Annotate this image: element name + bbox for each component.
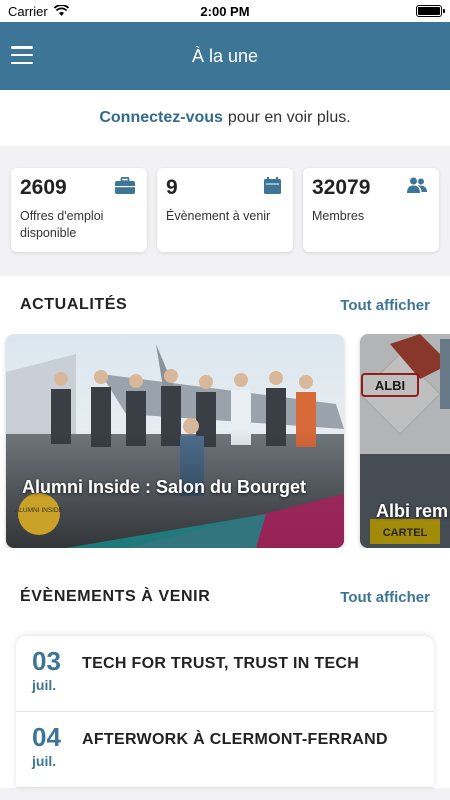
briefcase-icon [115, 176, 135, 199]
stat-label: Évènement à venir [166, 209, 271, 223]
event-day: 03 [32, 646, 61, 676]
stats-row: 2609 Offres d'emploi disponible 9 Évènem… [0, 146, 450, 276]
event-day: 04 [32, 722, 61, 752]
event-month: juil. [32, 753, 57, 769]
news-section: ACTUALITÉS Tout afficher ALUMNI INSIDE A… [0, 276, 450, 548]
section-title: ACTUALITÉS [20, 296, 128, 313]
stat-card-events[interactable]: 9 Évènement à venir [157, 168, 293, 252]
events-list: 03 juil. TECH FOR TRUST, TRUST IN TECH 0… [16, 636, 434, 788]
event-date: 03 juil. [32, 648, 80, 693]
stat-card-members[interactable]: 32079 Membres [303, 168, 439, 252]
event-title: AFTERWORK À CLERMONT-FERRAND [82, 731, 388, 748]
event-title: TECH FOR TRUST, TRUST IN TECH [82, 655, 360, 672]
users-icon [407, 177, 427, 198]
status-bar: Carrier 2:00 PM [0, 0, 450, 22]
news-see-all-link[interactable]: Tout afficher [340, 297, 430, 314]
battery-icon [415, 5, 445, 17]
wifi-icon [53, 3, 69, 19]
carrier-label: Carrier [8, 3, 48, 19]
calendar-icon [264, 177, 281, 199]
login-prompt-text: pour en voir plus. [227, 109, 351, 126]
event-item[interactable]: 03 juil. TECH FOR TRUST, TRUST IN TECH [16, 636, 434, 712]
section-title: ÉVÈNEMENTS À VENIR [20, 588, 211, 605]
clock: 2:00 PM [200, 3, 250, 19]
news-title: Albi rem… Cartel [376, 500, 450, 521]
news-card[interactable]: ALBI CARTEL Albi rem… Cartel [360, 334, 450, 548]
login-prompt: Connectez-vous pour en voir plus. [0, 90, 450, 146]
news-title: Alumni Inside : Salon du Bourget [22, 477, 307, 497]
navbar: À la une [0, 22, 450, 90]
hamburger-menu-icon[interactable] [11, 46, 33, 64]
login-link[interactable]: Connectez-vous [99, 109, 223, 127]
news-card[interactable]: ALUMNI INSIDE Alumni Inside : Salon du B… [6, 334, 344, 548]
news-carousel[interactable]: ALUMNI INSIDE Alumni Inside : Salon du B… [0, 334, 450, 548]
event-month: juil. [32, 677, 57, 693]
events-section: ÉVÈNEMENTS À VENIR Tout afficher 03 juil… [0, 548, 450, 788]
stat-label: Offres d'emploi disponible [20, 209, 104, 240]
stat-card-jobs[interactable]: 2609 Offres d'emploi disponible [11, 168, 147, 252]
news-badge-label: ALUMNI INSIDE [15, 507, 64, 514]
event-item[interactable]: 04 juil. AFTERWORK À CLERMONT-FERRAND [16, 712, 434, 788]
events-see-all-link[interactable]: Tout afficher [340, 589, 430, 606]
news-photo: ALUMNI INSIDE [6, 334, 344, 548]
page-title: À la une [191, 45, 259, 66]
event-date: 04 juil. [32, 724, 80, 769]
stat-label: Membres [312, 209, 365, 223]
